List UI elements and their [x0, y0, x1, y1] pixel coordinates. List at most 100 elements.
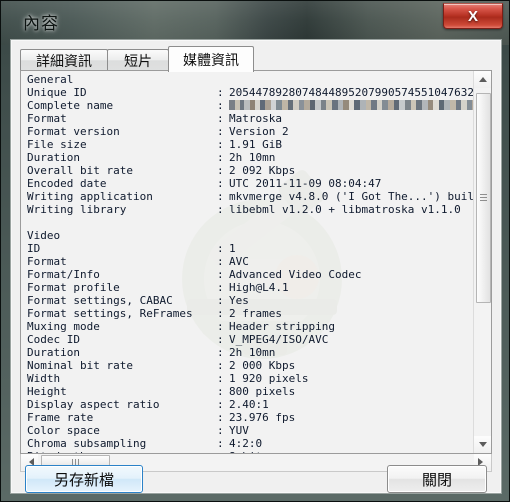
tab-2[interactable]: 短片 [107, 49, 169, 71]
mediainfo-section-heading: General [27, 73, 74, 86]
mediainfo-row-value: 2 092 Kbps [229, 164, 296, 177]
mediainfo-row-separator: : [217, 333, 224, 346]
save-as-button[interactable]: 另存新檔 [25, 465, 143, 493]
mediainfo-row-value: 2 frames [229, 307, 282, 320]
mediainfo-row-label: Codec ID [27, 333, 80, 346]
mediainfo-line: Format: Matroska [27, 112, 473, 125]
mediainfo-row-value: Header stripping [229, 320, 335, 333]
mediainfo-row-value: libebml v1.2.0 + libmatroska v1.1.0 [229, 203, 461, 216]
mediainfo-row-value: 1 920 pixels [229, 372, 309, 385]
mediainfo-row-label: Overall bit rate [27, 164, 133, 177]
mediainfo-row-label: Nominal bit rate [27, 359, 133, 372]
mediainfo-line: Width:1 920 pixels [27, 372, 473, 385]
mediainfo-row-value: 2 000 Kbps [229, 359, 296, 372]
tab-strip: 詳細資訊 短片 媒體資訊 [20, 46, 492, 72]
mediainfo-row-value: AVC [229, 255, 249, 268]
mediainfo-row-separator: : [217, 424, 224, 437]
vertical-scrollbar[interactable] [473, 71, 491, 453]
mediainfo-row-label: Frame rate [27, 411, 94, 424]
mediainfo-text: General Unique ID:20544789280748448952079… [27, 73, 473, 453]
mediainfo-row-separator: : [217, 359, 224, 372]
mediainfo-line: Unique ID:205447892807484489520799057455… [27, 86, 473, 99]
mediainfo-line: Muxing mode: Header stripping [27, 320, 473, 333]
mediainfo-row-separator: : [217, 99, 224, 112]
mediainfo-row-value: Version 2 [229, 125, 289, 138]
tab-1[interactable]: 詳細資訊 [20, 49, 108, 71]
mediainfo-row-value: mkvmerge v4.8.0 ('I Got The...') built [229, 190, 473, 203]
mediainfo-row-label: Height [27, 385, 67, 398]
mediainfo-row-value: 2.40:1 [229, 398, 269, 411]
mediainfo-row-value: V_MPEG4/ISO/AVC [229, 333, 329, 346]
mediainfo-line: Format/Info: Advanced Video Codec [27, 268, 473, 281]
mediainfo-line: Writing application: mkvmerge v4.8.0 ('I … [27, 190, 473, 203]
mediainfo-row-separator: : [217, 125, 224, 138]
scrollbar-grip-icon [480, 194, 487, 202]
mediainfo-row-value: 23.976 fps [229, 411, 296, 424]
mediainfo-row-separator: : [217, 281, 224, 294]
title-bar[interactable]: 內容 X [1, 1, 509, 41]
mediainfo-row-label: Muxing mode [27, 320, 100, 333]
mediainfo-row-value: Advanced Video Codec [229, 268, 362, 281]
mediainfo-row-separator: : [217, 138, 224, 151]
mediainfo-row-separator: : [217, 255, 224, 268]
mediainfo-row-value: Matroska [229, 112, 282, 125]
mediainfo-line: Format settings, CABAC: Yes [27, 294, 473, 307]
mediainfo-row-value: UTC 2011-11-09 08:04:47 [229, 177, 382, 190]
scroll-down-button[interactable] [474, 436, 491, 453]
mediainfo-row-separator: : [217, 320, 224, 333]
mediainfo-text-pane[interactable]: General Unique ID:20544789280748448952079… [20, 70, 492, 454]
close-dialog-button-label: 關閉 [421, 470, 452, 489]
mediainfo-row-separator: : [217, 190, 224, 203]
mediainfo-row-label: Writing application [27, 190, 153, 203]
mediainfo-row-separator: : [217, 268, 224, 281]
mediainfo-row-value: 2h 10mn [229, 151, 276, 164]
mediainfo-row-label: Width [27, 372, 61, 385]
mediainfo-row-separator: : [217, 151, 224, 164]
mediainfo-line: Height:800 pixels [27, 385, 473, 398]
mediainfo-line: Duration:2h 10mn [27, 151, 473, 164]
mediainfo-row-label: File size [27, 138, 87, 151]
window-title: 內容 [23, 14, 59, 34]
vertical-scrollbar-thumb[interactable] [476, 93, 491, 303]
mediainfo-line: Codec ID: V_MPEG4/ISO/AVC [27, 333, 473, 346]
mediainfo-line: Frame rate:23.976 fps [27, 411, 473, 424]
redacted-value [229, 100, 473, 110]
mediainfo-line: Format: AVC [27, 255, 473, 268]
mediainfo-row-label: Duration [27, 346, 80, 359]
mediainfo-row-separator: : [217, 203, 224, 216]
mediainfo-row-separator: : [217, 385, 224, 398]
mediainfo-row-value: 800 pixels [229, 385, 296, 398]
scroll-up-button[interactable] [474, 71, 491, 88]
tab-label: 詳細資訊 [36, 53, 92, 70]
mediainfo-line: Writing library: libebml v1.2.0 + libmatr… [27, 203, 473, 216]
mediainfo-row-value: 2h 10mn [229, 346, 276, 359]
mediainfo-section-heading: Video [27, 229, 61, 242]
mediainfo-row-separator: : [217, 437, 224, 450]
mediainfo-row-separator: : [217, 177, 224, 190]
mediainfo-row-label: Format version [27, 125, 120, 138]
mediainfo-row-label: ID [27, 242, 41, 255]
mediainfo-row-separator: : [217, 398, 224, 411]
tab-3[interactable]: 媒體資訊 [168, 46, 254, 72]
mediainfo-row-label: Format profile [27, 281, 120, 294]
mediainfo-line: Overall bit rate:2 092 Kbps [27, 164, 473, 177]
mediainfo-line: Format settings, ReFrames:2 frames [27, 307, 473, 320]
mediainfo-row-label: Format settings, CABAC [27, 294, 173, 307]
triangle-down-icon [478, 442, 487, 447]
save-as-button-label: 另存新檔 [53, 470, 114, 489]
triangle-up-icon [478, 77, 487, 82]
mediainfo-row-value: 8 bits [229, 450, 269, 453]
mediainfo-line: Format version: Version 2 [27, 125, 473, 138]
mediainfo-row-label: Unique ID [27, 86, 87, 99]
window-close-button[interactable]: X [443, 3, 503, 29]
mediainfo-row-label: Format/Info [27, 268, 100, 281]
tab-label: 短片 [124, 53, 152, 70]
mediainfo-row-value: 205447892807484489520799057455104763240 [229, 86, 473, 99]
mediainfo-line: Bit depth:8 bits [27, 450, 473, 453]
mediainfo-row-separator: : [217, 164, 224, 177]
mediainfo-row-label: Bit depth [27, 450, 217, 453]
mediainfo-row-label: Writing library [27, 203, 127, 216]
close-dialog-button[interactable]: 關閉 [387, 465, 487, 493]
mediainfo-row-label: Display aspect ratio [27, 398, 160, 411]
